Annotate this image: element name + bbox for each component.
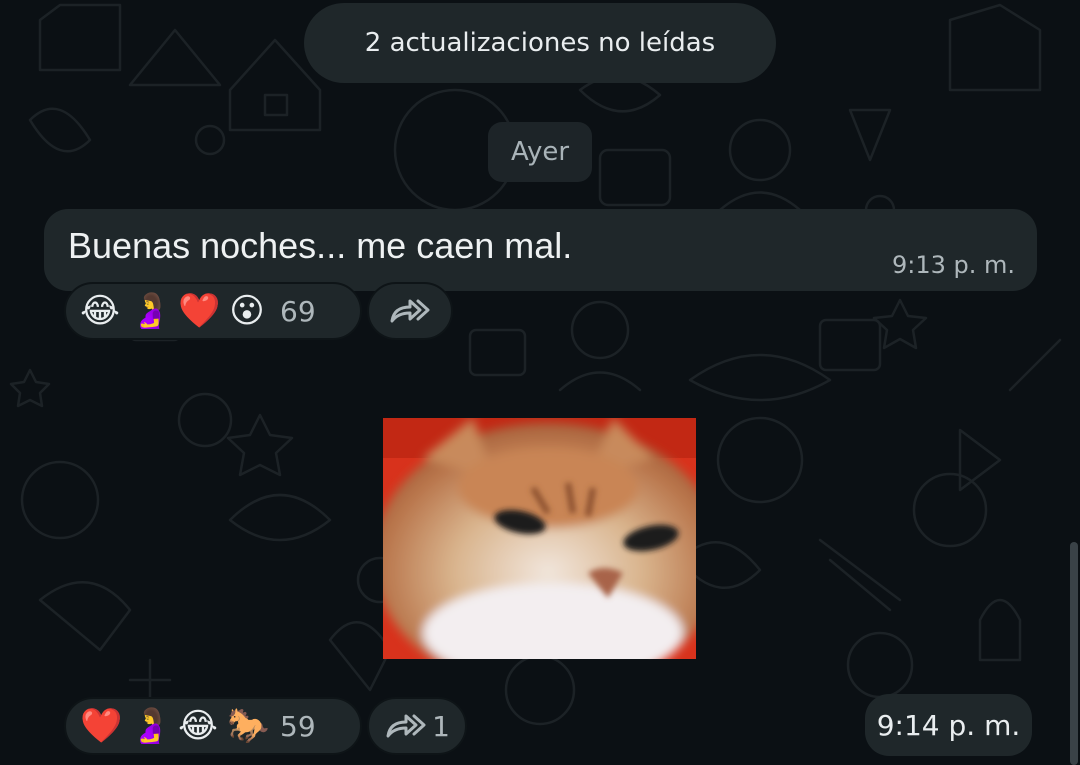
- date-separator: Ayer: [488, 122, 592, 182]
- message-text: Buenas noches... me caen mal.: [68, 225, 573, 266]
- forward-count: 1: [432, 709, 450, 743]
- reaction-count: 59: [280, 709, 316, 743]
- message-time: 9:14 p. m.: [876, 708, 1021, 742]
- reaction-emoji: 😂: [178, 706, 218, 746]
- reaction-emoji: ❤️: [80, 706, 123, 746]
- reaction-emoji: 😮: [229, 291, 265, 331]
- message-time: 9:13 p. m.: [891, 251, 1015, 279]
- reaction-emoji: 🤰: [129, 291, 172, 331]
- reaction-count: 69: [280, 294, 316, 328]
- unread-updates-text: 2 actualizaciones no leídas: [364, 28, 716, 58]
- reaction-emoji: ❤️: [178, 291, 221, 331]
- forward-button[interactable]: [367, 282, 453, 340]
- forward-button[interactable]: 1: [367, 697, 467, 755]
- unread-updates-banner[interactable]: 2 actualizaciones no leídas: [304, 3, 776, 83]
- reaction-emoji: 😂: [80, 291, 120, 331]
- message-time-chip: 9:14 p. m.: [865, 694, 1032, 756]
- date-separator-text: Ayer: [510, 137, 570, 167]
- forward-arrow-icon: [386, 714, 426, 738]
- forward-arrow-icon: [390, 299, 430, 323]
- blurry-cat-sticker-image: [383, 418, 696, 659]
- cat-sticker[interactable]: [383, 418, 696, 659]
- message-bubble[interactable]: Buenas noches... me caen mal. 9:13 p. m.: [44, 209, 1037, 291]
- scrollbar[interactable]: [1070, 542, 1078, 765]
- reaction-emoji: 🤰: [129, 706, 172, 746]
- reactions-bar[interactable]: ❤️ 🤰 😂 🐎 59: [64, 697, 362, 755]
- reaction-emoji: 🐎: [227, 706, 270, 746]
- reactions-bar[interactable]: 😂 🤰 ❤️ 😮 69: [64, 282, 362, 340]
